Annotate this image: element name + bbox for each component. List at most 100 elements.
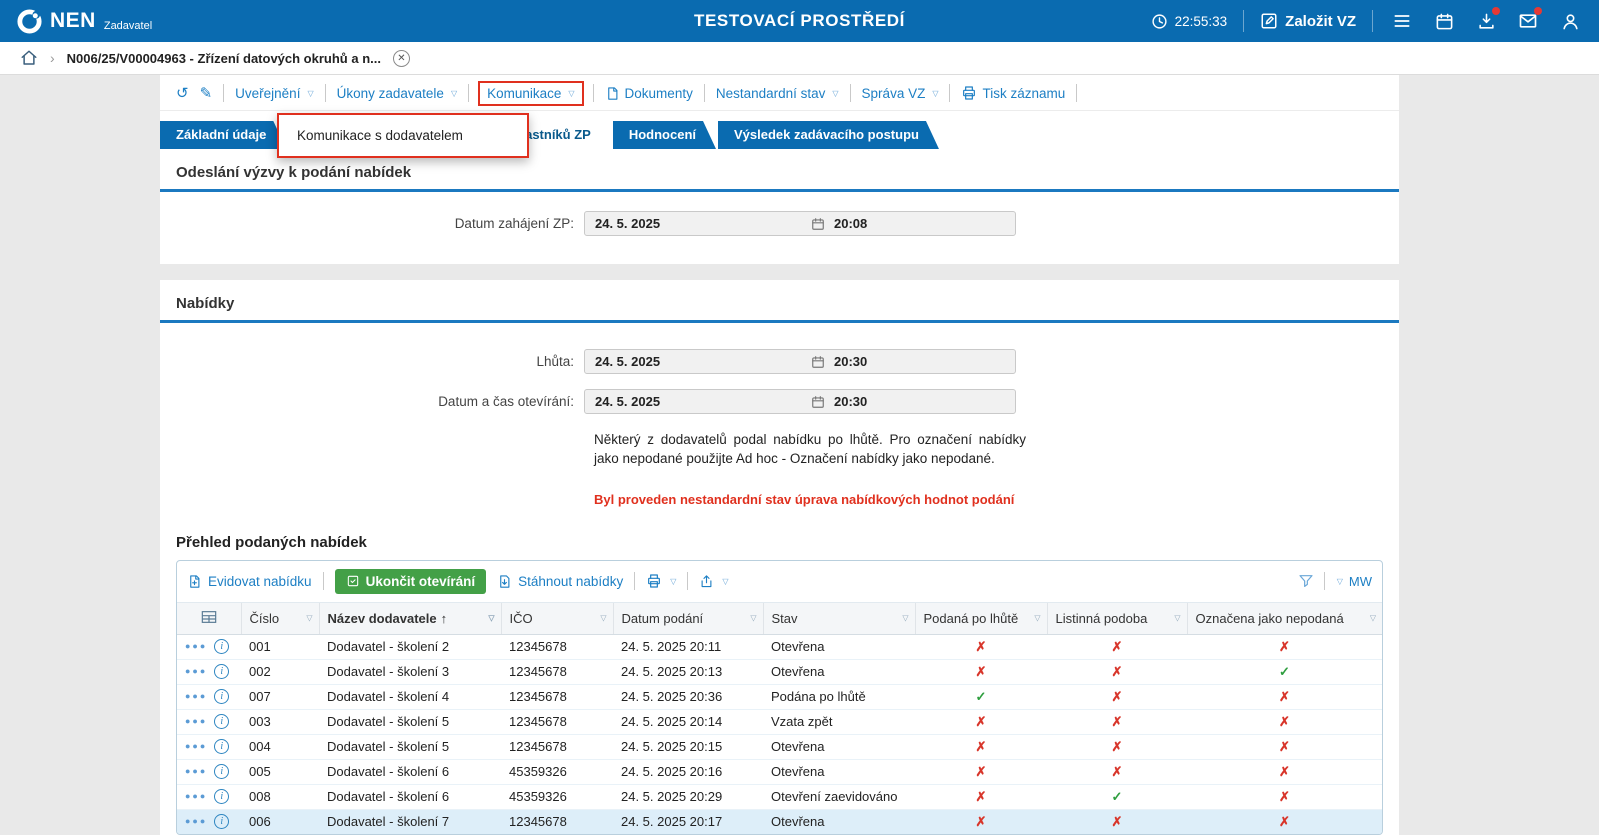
export-table-button[interactable]: ▽	[699, 574, 728, 589]
row-menu-icon[interactable]: ●●●	[185, 667, 207, 676]
row-menu-icon[interactable]: ●●●	[185, 817, 207, 826]
calendar-icon[interactable]	[811, 217, 825, 231]
row-menu-icon[interactable]: ●●●	[185, 642, 207, 651]
filter-caret-icon[interactable]: ▽	[488, 614, 494, 623]
toolbar-ukony-zadavatele[interactable]: Úkony zadavatele ▽	[337, 86, 457, 101]
filter-icon[interactable]	[1298, 573, 1314, 589]
calendar-button[interactable]	[1431, 8, 1457, 34]
user-button[interactable]	[1557, 8, 1583, 34]
time-value[interactable]: 20:30	[825, 394, 1015, 409]
datetime-field-lhuta[interactable]: 24. 5. 2025 20:30	[584, 349, 1016, 374]
toolbar-tisk-zaznamu[interactable]: Tisk záznamu	[961, 85, 1065, 101]
clock: 22:55:33	[1151, 13, 1228, 30]
row-info-icon[interactable]: i	[214, 789, 229, 804]
toolbar-nestandardni-stav[interactable]: Nestandardní stav ▽	[716, 86, 839, 101]
date-value[interactable]: 24. 5. 2025	[585, 394, 811, 409]
messages-button[interactable]	[1515, 8, 1541, 34]
row-info-icon[interactable]: i	[214, 664, 229, 679]
datetime-field-otevirani[interactable]: 24. 5. 2025 20:30	[584, 389, 1016, 414]
print-icon	[646, 573, 662, 589]
toolbar-uverejneni[interactable]: Uveřejnění ▽	[235, 86, 313, 101]
column-header-nepodana[interactable]: Označena jako nepodaná▽	[1187, 603, 1382, 635]
cell-cislo: 005	[241, 759, 319, 784]
breadcrumb-record[interactable]: N006/25/V00004963 - Zřízení datových okr…	[67, 51, 381, 66]
tab-vysledek-zadavaciho-postupu[interactable]: Výsledek zadávacího postupu	[718, 121, 939, 149]
toolbar-komunikace[interactable]: Komunikace ▽	[478, 81, 583, 106]
row-info-icon[interactable]: i	[214, 639, 229, 654]
datetime-field-zahajeni[interactable]: 24. 5. 2025 20:08	[584, 211, 1016, 236]
evidovat-nabidku-button[interactable]: Evidovat nabídku	[187, 574, 312, 589]
column-header-cislo[interactable]: Číslo▽	[241, 603, 319, 635]
separator	[1243, 10, 1244, 32]
ukoncit-otevirani-button[interactable]: Ukončit otevírání	[335, 569, 487, 594]
date-value[interactable]: 24. 5. 2025	[585, 216, 811, 231]
mw-view-button[interactable]: ▽ MW	[1335, 574, 1372, 589]
toolbar-dokumenty[interactable]: Dokumenty	[605, 86, 693, 101]
time-value[interactable]: 20:08	[825, 216, 1015, 231]
menu-item-komunikace-s-dodavatelem[interactable]: Komunikace s dodavatelem	[279, 115, 527, 156]
tab-hodnoceni[interactable]: Hodnocení	[613, 121, 716, 149]
column-header-po-lhute[interactable]: Podaná po lhůtě▽	[915, 603, 1047, 635]
nen-logo[interactable]: NEN Zadavatel	[16, 7, 152, 35]
filter-caret-icon[interactable]: ▽	[600, 614, 606, 623]
date-value[interactable]: 24. 5. 2025	[585, 354, 811, 369]
filter-caret-icon[interactable]: ▽	[1034, 614, 1040, 623]
row-info-icon[interactable]: i	[214, 814, 229, 829]
calendar-icon[interactable]	[811, 395, 825, 409]
filter-caret-icon[interactable]: ▽	[1370, 614, 1376, 623]
chevron-down-icon: ▽	[932, 89, 938, 98]
refresh-icon[interactable]: ↺	[176, 86, 189, 101]
column-header-nazev[interactable]: Název dodavatele↑▽	[319, 603, 501, 635]
row-menu-icon[interactable]: ●●●	[185, 692, 207, 701]
edit-record-icon[interactable]: ✎	[200, 86, 213, 101]
cell-stav: Podána po lhůtě	[763, 684, 915, 709]
row-menu-icon[interactable]: ●●●	[185, 742, 207, 751]
top-bar: NEN Zadavatel TESTOVACÍ PROSTŘEDÍ 22:55:…	[0, 0, 1599, 42]
evidovat-label: Evidovat nabídku	[208, 574, 312, 589]
row-menu-icon[interactable]: ●●●	[185, 792, 207, 801]
stahnout-nabidky-button[interactable]: Stáhnout nabídky	[497, 574, 623, 589]
row-menu-icon[interactable]: ●●●	[185, 717, 207, 726]
column-header-stav[interactable]: Stav▽	[763, 603, 915, 635]
separator	[1324, 572, 1325, 590]
column-header-listinna[interactable]: Listinná podoba▽	[1047, 603, 1187, 635]
row-info-icon[interactable]: i	[214, 714, 229, 729]
toolbar-sprava-vz[interactable]: Správa VZ ▽	[862, 86, 939, 101]
calendar-icon[interactable]	[811, 355, 825, 369]
column-settings-header[interactable]	[177, 603, 241, 635]
zalozit-vz-label: Založit VZ	[1285, 13, 1356, 30]
filter-caret-icon[interactable]: ▽	[750, 614, 756, 623]
time-value[interactable]: 20:30	[825, 354, 1015, 369]
filter-caret-icon[interactable]: ▽	[1174, 614, 1180, 623]
column-header-ico[interactable]: IČO▽	[501, 603, 613, 635]
row-info-icon[interactable]: i	[214, 689, 229, 704]
print-table-button[interactable]: ▽	[646, 573, 676, 589]
zalozit-vz-button[interactable]: Založit VZ	[1260, 12, 1356, 30]
table-row[interactable]: ●●●i 006 Dodavatel - školení 7 12345678 …	[177, 809, 1382, 834]
table-row[interactable]: ●●●i 005 Dodavatel - školení 6 45359326 …	[177, 759, 1382, 784]
row-info-icon[interactable]: i	[214, 764, 229, 779]
home-icon[interactable]	[20, 49, 38, 67]
row-info-icon[interactable]: i	[214, 739, 229, 754]
table-row[interactable]: ●●●i 008 Dodavatel - školení 6 45359326 …	[177, 784, 1382, 809]
tab-zakladni-udaje[interactable]: Základní údaje	[160, 121, 286, 149]
filter-caret-icon[interactable]: ▽	[306, 614, 312, 623]
downloads-button[interactable]	[1473, 8, 1499, 34]
table-row[interactable]: ●●●i 002 Dodavatel - školení 3 12345678 …	[177, 659, 1382, 684]
filter-caret-icon[interactable]: ▽	[902, 614, 908, 623]
table-row[interactable]: ●●●i 003 Dodavatel - školení 5 12345678 …	[177, 709, 1382, 734]
menu-button[interactable]	[1389, 8, 1415, 34]
cell-ico: 12345678	[501, 634, 613, 659]
table-toolbar: Evidovat nabídku Ukončit otevírání Stáh	[177, 561, 1382, 603]
table-row[interactable]: ●●●i 004 Dodavatel - školení 5 12345678 …	[177, 734, 1382, 759]
table-row[interactable]: ●●●i 001 Dodavatel - školení 2 12345678 …	[177, 634, 1382, 659]
close-record-icon[interactable]: ✕	[393, 50, 410, 67]
cell-stav: Otevřena	[763, 659, 915, 684]
column-header-datum[interactable]: Datum podání▽	[613, 603, 763, 635]
mark-po-lhute: ✗	[976, 814, 987, 829]
separator	[223, 84, 224, 102]
nonstandard-state-warning: Byl proveden nestandardní stav úprava na…	[594, 492, 1399, 507]
table-row[interactable]: ●●●i 007 Dodavatel - školení 4 12345678 …	[177, 684, 1382, 709]
row-menu-icon[interactable]: ●●●	[185, 767, 207, 776]
cell-stav: Otevření zaevidováno	[763, 784, 915, 809]
